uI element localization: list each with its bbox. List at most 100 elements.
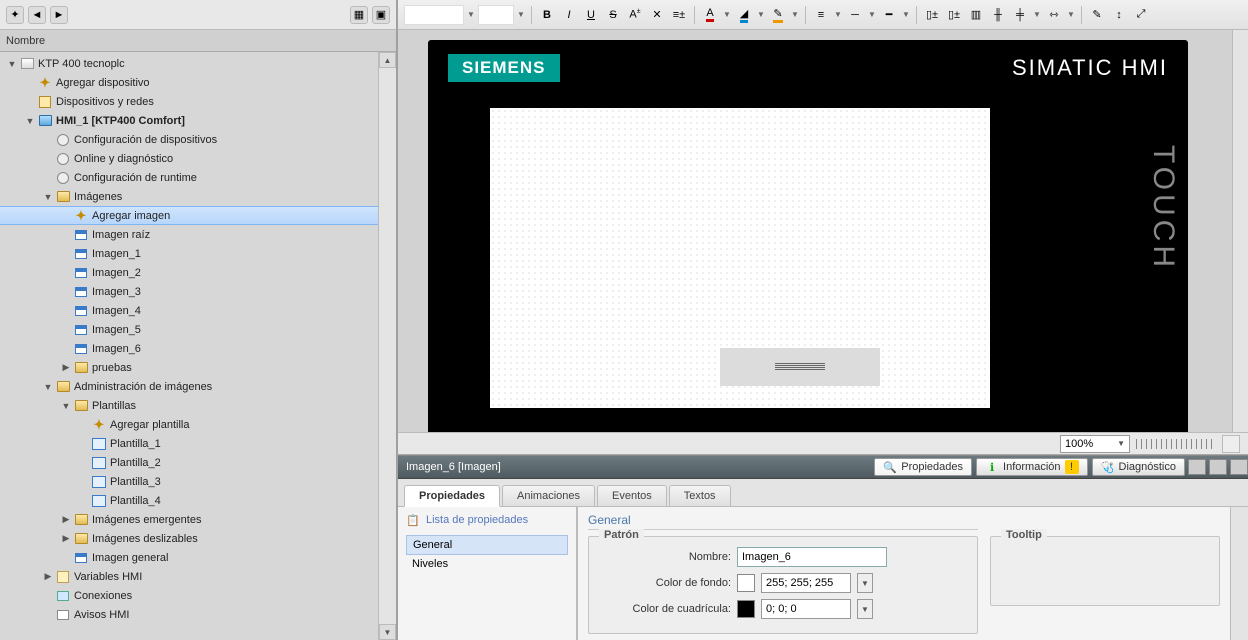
fill-color-button[interactable]: ◢ [734,5,754,25]
line-spacing-button[interactable]: ─ [845,5,865,25]
tree-row[interactable]: ▼Plantilla_2 [0,453,378,472]
tree-row[interactable]: ▼✦Agregar dispositivo [0,73,378,92]
tree-row[interactable]: ▼Avisos HMI [0,605,378,624]
inspector-vscroll[interactable] [1230,507,1248,640]
paint-button[interactable]: ✎ [1087,5,1107,25]
expand-icon[interactable]: ▼ [42,192,54,202]
tree-row[interactable]: ▼Conexiones [0,586,378,605]
view-grid-button[interactable]: ▦ [350,6,368,24]
expand-icon[interactable]: ▶ [60,533,72,544]
tree-row[interactable]: ▼Imagen_6 [0,339,378,358]
expand-icon[interactable]: ▼ [6,59,18,69]
tree-row[interactable]: ▼HMI_1 [KTP400 Comfort] [0,111,378,130]
tree-row[interactable]: ▼Imagen_5 [0,320,378,339]
strike-button[interactable]: S [603,5,623,25]
zoom-fit-button[interactable]: ⤢ [1131,5,1151,25]
new-item-button[interactable]: ✦ [6,6,24,24]
expand-icon[interactable]: ▼ [24,116,36,126]
name-input[interactable] [737,547,887,567]
inspector-min-button[interactable] [1209,459,1227,475]
bold-button[interactable]: B [537,5,557,25]
bring-front-button[interactable]: ▯± [922,5,942,25]
screen-slider-widget[interactable] [720,348,880,386]
tree-row[interactable]: ▼Imagen_4 [0,301,378,320]
tab-animations[interactable]: Animaciones [502,485,595,506]
tree-row[interactable]: ▼Configuración de runtime [0,168,378,187]
tree-row[interactable]: ▼Plantillas [0,396,378,415]
expand-icon[interactable]: ▶ [60,362,72,373]
tree-row[interactable]: ▼Imagen_1 [0,244,378,263]
tree-row[interactable]: ▼✦Agregar plantilla [0,415,378,434]
tree-row[interactable]: ▼Configuración de dispositivos [0,130,378,149]
distribute-h-button[interactable]: ╫ [988,5,1008,25]
gridcolor-dropdown[interactable]: ▼ [857,599,873,619]
zoom-combo[interactable]: 100%▼ [1060,435,1130,453]
tree-row[interactable]: ▼KTP 400 tecnoplc [0,54,378,73]
underline-button[interactable]: U [581,5,601,25]
pill-diagnostics[interactable]: 🩺Diagnóstico [1092,458,1185,476]
tree-row[interactable]: ▼Plantilla_1 [0,434,378,453]
inspector-layout-button[interactable] [1188,459,1206,475]
expand-icon[interactable]: ▶ [60,514,72,525]
nav-back-button[interactable]: ◄ [28,6,46,24]
canvas-vscroll[interactable] [1232,30,1248,432]
italic-button[interactable]: I [559,5,579,25]
project-tree[interactable]: ▼KTP 400 tecnoplc▼✦Agregar dispositivo▼D… [0,52,378,640]
align-left-button[interactable]: ≡ [811,5,831,25]
tree-row[interactable]: ▼Imágenes [0,187,378,206]
style-more-button[interactable]: ≡± [669,5,689,25]
template-icon [91,494,107,508]
patron-legend: Patrón [599,529,644,541]
tree-row[interactable]: ▶Imágenes deslizables [0,529,378,548]
distribute-v-button[interactable]: ╪ [1010,5,1030,25]
tree-row[interactable]: ▶pruebas [0,358,378,377]
gridcolor-swatch[interactable] [737,600,755,618]
clear-format-button[interactable]: ✕ [647,5,667,25]
tab-events[interactable]: Eventos [597,485,667,506]
bgcolor-swatch[interactable] [737,574,755,592]
tree-row[interactable]: ▼Online y diagnóstico [0,149,378,168]
expand-icon[interactable]: ▼ [42,382,54,392]
nav-fwd-button[interactable]: ► [50,6,68,24]
hmi-screen-surface[interactable] [490,108,990,408]
prop-cat-general[interactable]: General [406,535,568,555]
pill-properties[interactable]: 🔍Propiedades [874,458,972,476]
tree-row[interactable]: ▼Administración de imágenes [0,377,378,396]
view-switch-button[interactable]: ▣ [372,6,390,24]
order-button[interactable]: ↕ [1109,5,1129,25]
dropdown-icon[interactable]: ▼ [466,10,476,19]
gridcolor-value[interactable]: 0; 0; 0 [761,599,851,619]
inspector-close-button[interactable] [1230,459,1248,475]
line-style-button[interactable]: ━ [879,5,899,25]
tree-row[interactable]: ▼Dispositivos y redes [0,92,378,111]
prop-cat-levels[interactable]: Niveles [406,555,568,573]
tree-row[interactable]: ▼Imagen_2 [0,263,378,282]
pill-info[interactable]: ℹInformación! [976,458,1087,476]
tab-properties[interactable]: Propiedades [404,485,500,507]
tree-row[interactable]: ▼Imagen general [0,548,378,567]
font-size-combo[interactable] [478,5,514,25]
tree-row[interactable]: ▼Plantilla_3 [0,472,378,491]
bgcolor-value[interactable]: 255; 255; 255 [761,573,851,593]
case-button[interactable]: A± [625,5,645,25]
tree-scrollbar[interactable]: ▲▼ [378,52,396,640]
screen-editor-canvas[interactable]: SIEMENS SIMATIC HMI TOUCH 100%▼ [398,30,1248,455]
bgcolor-dropdown[interactable]: ▼ [857,573,873,593]
font-color-button[interactable]: A [700,5,720,25]
font-family-combo[interactable] [404,5,464,25]
dropdown-icon[interactable]: ▼ [516,10,526,19]
equal-width-button[interactable]: ⇿ [1044,5,1064,25]
tree-row[interactable]: ▼Plantilla_4 [0,491,378,510]
tree-row[interactable]: ▶Variables HMI [0,567,378,586]
tree-row[interactable]: ▶Imágenes emergentes [0,510,378,529]
send-back-button[interactable]: ▯± [944,5,964,25]
tree-row[interactable]: ▼Imagen_3 [0,282,378,301]
align-objects-button[interactable]: ▥ [966,5,986,25]
zoom-fit-icon[interactable] [1222,435,1240,453]
tree-row[interactable]: ▼Imagen raíz [0,225,378,244]
expand-icon[interactable]: ▶ [42,571,54,582]
tree-row[interactable]: ▼✦Agregar imagen [0,206,378,225]
expand-icon[interactable]: ▼ [60,401,72,411]
tab-texts[interactable]: Textos [669,485,731,506]
line-color-button[interactable]: ✎ [768,5,788,25]
